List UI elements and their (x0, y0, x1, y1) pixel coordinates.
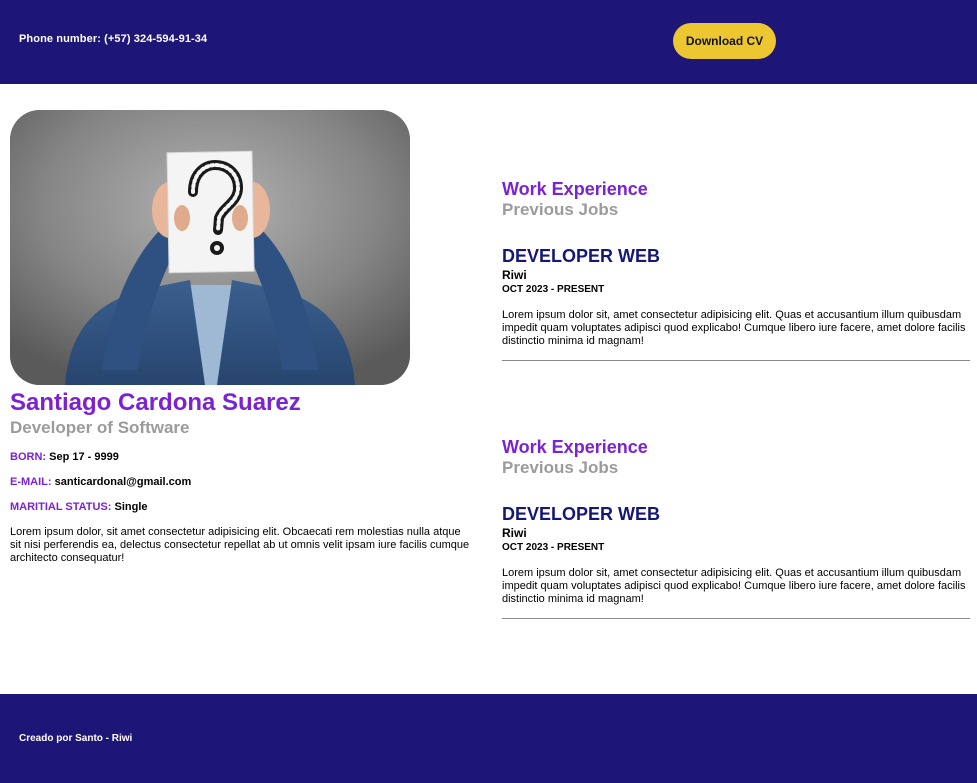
born-label: BORN: (10, 451, 47, 463)
work-experience-section: Work Experience Previous Jobs DEVELOPER … (502, 178, 970, 361)
profile-bio: Lorem ipsum dolor, sit amet consectetur … (10, 526, 470, 564)
job-company: Riwi (502, 268, 527, 282)
work-experience-section: Work Experience Previous Jobs DEVELOPER … (502, 436, 970, 619)
email-info: E-MAIL: santicardonal@gmail.com (10, 476, 470, 489)
born-info: BORN: Sep 17 - 9999 (10, 451, 470, 464)
job-description: Lorem ipsum dolor sit, amet consectetur … (502, 567, 966, 605)
job-description: Lorem ipsum dolor sit, amet consectetur … (502, 309, 966, 347)
phone-number: Phone number: (+57) 324-594-91-34 (19, 33, 208, 45)
download-cv-button[interactable]: Download CV (673, 23, 776, 59)
profile-role: Developer of Software (10, 418, 190, 437)
job-dates: OCT 2023 - PRESENT (502, 284, 605, 295)
top-header: Phone number: (+57) 324-594-91-34 Downlo… (0, 0, 977, 84)
job-dates: OCT 2023 - PRESENT (502, 542, 605, 553)
work-section-subtitle: Previous Jobs (502, 458, 619, 477)
page-footer: Creado por Santo - Riwi (0, 694, 977, 783)
marital-status-value: Single (114, 501, 148, 513)
job-title: DEVELOPER WEB (502, 246, 661, 266)
profile-section: Santiago Cardona Suarez Developer of Sof… (10, 389, 470, 565)
email-label: E-MAIL: (10, 476, 52, 488)
work-section-title: Work Experience (502, 437, 648, 457)
section-divider (502, 360, 970, 361)
marital-status-info: MARITIAL STATUS: Single (10, 501, 470, 514)
question-mark-person-photo-icon (10, 110, 410, 385)
marital-status-label: MARITIAL STATUS: (10, 501, 112, 513)
job-company: Riwi (502, 526, 527, 540)
section-divider (502, 618, 970, 619)
profile-photo (10, 110, 410, 385)
email-value: santicardonal@gmail.com (54, 476, 192, 488)
born-value: Sep 17 - 9999 (49, 451, 119, 463)
footer-credit: Creado por Santo - Riwi (19, 733, 133, 744)
work-section-title: Work Experience (502, 179, 648, 199)
job-title: DEVELOPER WEB (502, 504, 661, 524)
work-section-subtitle: Previous Jobs (502, 200, 619, 219)
profile-name: Santiago Cardona Suarez (10, 389, 301, 416)
